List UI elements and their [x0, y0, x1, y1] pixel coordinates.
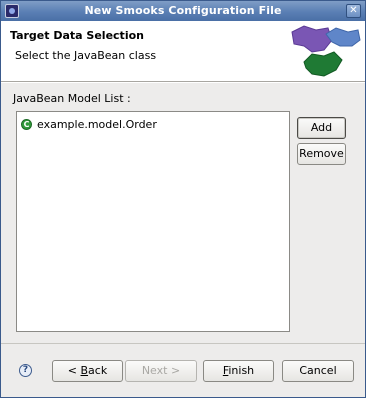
back-rest: ack — [88, 364, 108, 377]
help-icon[interactable]: ? — [19, 364, 32, 377]
next-button[interactable]: Next > — [125, 360, 197, 382]
cancel-button[interactable]: Cancel — [282, 360, 354, 382]
remove-button[interactable]: Remove — [297, 143, 346, 165]
title-bar[interactable]: New Smooks Configuration File ✕ — [1, 1, 365, 21]
add-button[interactable]: Add — [297, 117, 346, 139]
back-mnemonic: B — [80, 364, 89, 377]
dialog-window: New Smooks Configuration File ✕ Target D… — [0, 0, 366, 398]
header-divider-highlight — [1, 82, 365, 83]
back-button[interactable]: < Back — [52, 360, 123, 382]
model-list-label: JavaBean Model List : — [13, 92, 131, 105]
finish-rest: inish — [228, 364, 255, 377]
page-title: Target Data Selection — [10, 29, 144, 42]
smooks-logo-icon — [291, 25, 361, 77]
back-prefix: < — [67, 364, 81, 377]
class-icon: C — [21, 118, 32, 130]
page-description: Select the JavaBean class — [15, 49, 157, 62]
javabean-model-list[interactable]: C example.model.Order — [16, 111, 290, 332]
list-item-label: example.model.Order — [37, 117, 157, 131]
wizard-header: Target Data Selection Select the JavaBea… — [1, 21, 365, 81]
window-title: New Smooks Configuration File — [84, 4, 282, 17]
footer-divider — [1, 343, 365, 344]
close-icon[interactable]: ✕ — [346, 4, 361, 18]
finish-button[interactable]: Finish — [203, 360, 274, 382]
list-item[interactable]: C example.model.Order — [21, 116, 157, 132]
